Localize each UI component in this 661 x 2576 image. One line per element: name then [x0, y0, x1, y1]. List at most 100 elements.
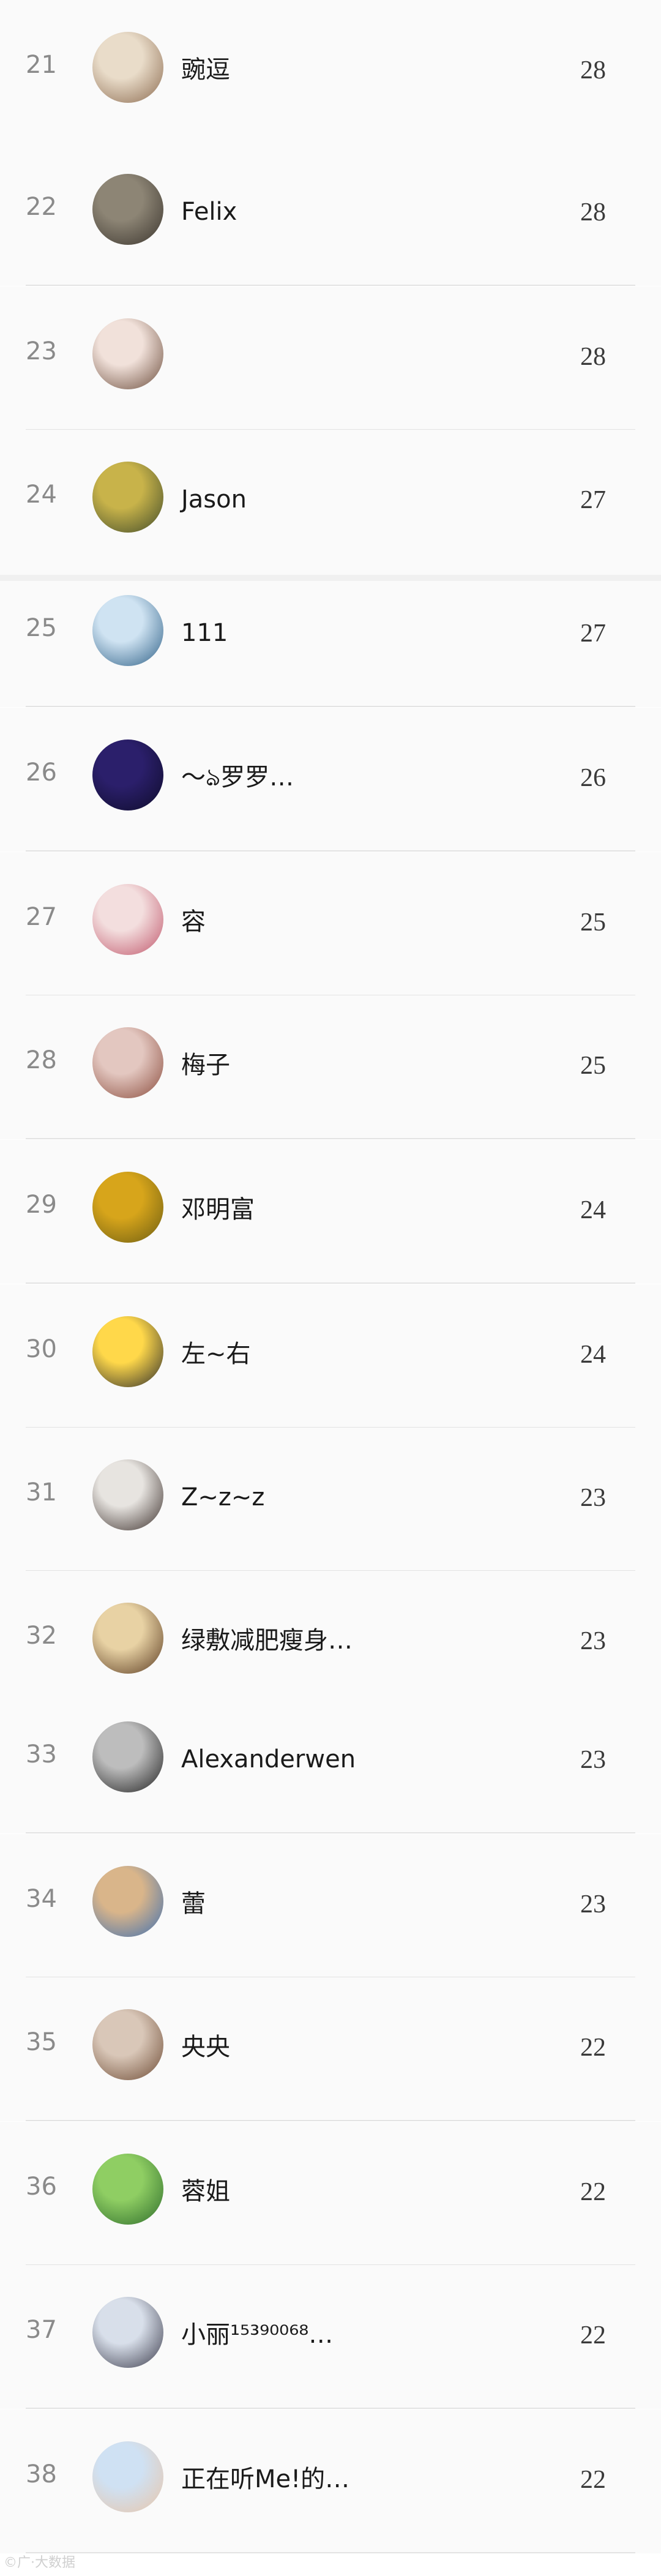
user-name: 111 [181, 619, 228, 647]
row-divider [26, 706, 635, 707]
user-name: 绿敷减肥瘦身… [181, 1627, 353, 1655]
row-divider [26, 1832, 635, 1833]
score-value: 23 [580, 1746, 606, 1774]
user-name: Jason [181, 485, 247, 514]
leaderboard-row[interactable]: 28 梅子 25 [0, 995, 661, 1139]
plush-toy-avatar-icon[interactable] [92, 1459, 163, 1530]
rank-number: 26 [26, 758, 57, 787]
person-avatar-icon[interactable] [92, 2441, 163, 2512]
user-name: 邓明富 [181, 1196, 255, 1224]
score-value: 25 [580, 908, 606, 937]
leaderboard-row[interactable]: 34 蕾 23 [0, 1834, 661, 1978]
user-name: 豌逗 [181, 56, 230, 84]
cat-avatar-icon[interactable] [92, 174, 163, 245]
object-avatar-icon[interactable] [92, 2009, 163, 2080]
rank-number: 38 [26, 2460, 57, 2488]
person-avatar-icon[interactable] [92, 318, 163, 389]
rank-number: 37 [26, 2316, 57, 2344]
rank-number: 23 [26, 337, 57, 365]
person-avatar-icon[interactable] [92, 2297, 163, 2368]
user-name: 容 [181, 908, 206, 936]
row-divider [26, 285, 635, 286]
rank-number: 29 [26, 1191, 57, 1219]
rank-number: 31 [26, 1478, 57, 1507]
rank-number: 24 [26, 481, 57, 509]
user-name: Alexanderwen [181, 1745, 356, 1773]
flower-avatar-icon[interactable] [92, 884, 163, 955]
rank-number: 34 [26, 1885, 57, 1913]
row-divider [26, 1282, 635, 1284]
leaderboard-row[interactable]: 22 Felix 28 [0, 142, 661, 286]
leaderboard-row[interactable]: 25 111 27 [0, 563, 661, 707]
score-value: 22 [580, 2466, 606, 2494]
user-name: Felix [181, 198, 237, 226]
leaderboard-row[interactable]: 31 Z~z~z 23 [0, 1428, 661, 1571]
rank-number: 22 [26, 193, 57, 221]
score-value: 27 [580, 620, 606, 648]
row-divider [26, 2120, 635, 2121]
leaderboard-row[interactable]: 23 28 [0, 286, 661, 430]
score-value: 28 [580, 343, 606, 371]
bw-photo-avatar-icon[interactable] [92, 1721, 163, 1792]
leaderboard-row[interactable]: 24 Jason 27 [0, 430, 661, 574]
leaderboard-row[interactable]: 36 蓉姐 22 [0, 2122, 661, 2266]
rank-number: 21 [26, 51, 57, 79]
rank-number: 35 [26, 2028, 57, 2056]
score-value: 22 [580, 2178, 606, 2206]
leaderboard-row[interactable]: 26 〜ঌ罗罗… 26 [0, 708, 661, 852]
leaderboard-row[interactable]: 35 央央 22 [0, 1977, 661, 2121]
user-name: 央央 [181, 2033, 230, 2061]
score-value: 26 [580, 764, 606, 792]
night-scene-avatar-icon[interactable] [92, 739, 163, 811]
score-value: 23 [580, 1890, 606, 1919]
user-name: 〜ঌ罗罗… [181, 763, 294, 792]
rank-number: 30 [26, 1335, 57, 1363]
rank-number: 36 [26, 2173, 57, 2201]
row-divider [26, 2552, 635, 2553]
score-value: 24 [580, 1341, 606, 1369]
score-value: 23 [580, 1627, 606, 1655]
row-divider [26, 2408, 635, 2409]
row-divider [26, 1138, 635, 1139]
user-name: 蓉姐 [181, 2177, 230, 2206]
leaderboard-row[interactable]: 21 豌逗 28 [0, 0, 661, 144]
score-value: 25 [580, 1052, 606, 1080]
user-name: 蕾 [181, 1890, 206, 1918]
leaderboard-row[interactable]: 30 左~右 24 [0, 1284, 661, 1428]
score-value: 24 [580, 1196, 606, 1224]
score-value: 28 [580, 56, 606, 84]
watermark: ©广·大数据 [4, 2555, 75, 2570]
rank-number: 25 [26, 614, 57, 642]
score-value: 28 [580, 198, 606, 227]
person-avatar-icon[interactable] [92, 1603, 163, 1674]
leaderboard-row[interactable]: 27 容 25 [0, 852, 661, 996]
family-avatar-icon[interactable] [92, 462, 163, 533]
user-name: 左~右 [181, 1340, 251, 1368]
cartoon-avatar-icon[interactable] [92, 2154, 163, 2225]
rank-number: 33 [26, 1740, 57, 1769]
person-avatar-icon[interactable] [92, 1027, 163, 1098]
leaderboard-row[interactable]: 33 Alexanderwen 23 [0, 1690, 661, 1833]
person-avatar-icon[interactable] [92, 595, 163, 666]
flower-field-avatar-icon[interactable] [92, 1172, 163, 1243]
score-value: 27 [580, 486, 606, 514]
user-name: Z~z~z [181, 1483, 265, 1511]
cat-avatar-icon[interactable] [92, 32, 163, 103]
rank-number: 28 [26, 1046, 57, 1074]
leaderboard-list: 21 豌逗 28 22 Felix 28 23 28 24 Jason 27 25 111 27 26 〜ঌ罗… [0, 0, 661, 2576]
leaderboard-row[interactable]: 29 邓明富 24 [0, 1140, 661, 1284]
rank-number: 32 [26, 1622, 57, 1650]
rank-number: 27 [26, 903, 57, 931]
user-name: 梅子 [181, 1051, 230, 1079]
leaderboard-row[interactable]: 37 小丽¹⁵³⁹⁰⁰⁶⁸… 22 [0, 2265, 661, 2409]
score-value: 22 [580, 2321, 606, 2349]
user-name: 小丽¹⁵³⁹⁰⁰⁶⁸… [181, 2321, 334, 2349]
section-divider [0, 575, 661, 581]
score-value: 23 [580, 1484, 606, 1512]
score-value: 22 [580, 2034, 606, 2062]
minion-avatar-icon[interactable] [92, 1316, 163, 1387]
row-divider [26, 850, 635, 852]
user-name: 正在听Me!的… [181, 2465, 350, 2493]
toy-avatar-icon[interactable] [92, 1866, 163, 1937]
leaderboard-row[interactable]: 38 正在听Me!的… 22 [0, 2409, 661, 2553]
